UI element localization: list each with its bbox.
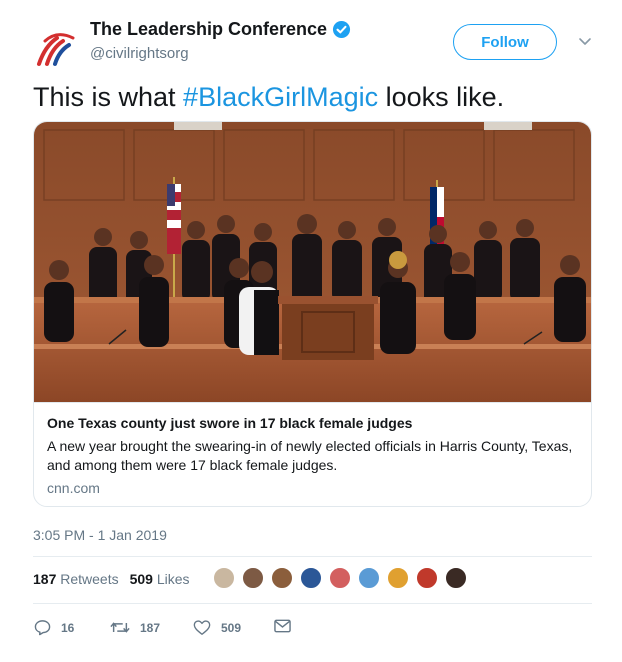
liker-avatar[interactable]: [212, 566, 236, 590]
retweets-label: Retweets: [60, 571, 119, 587]
hashtag-link[interactable]: #BlackGirlMagic: [183, 82, 378, 112]
tweet: The Leadership Conference @civilrightsor…: [0, 0, 622, 662]
reply-button[interactable]: 16: [34, 619, 74, 636]
liker-avatar[interactable]: [241, 566, 265, 590]
likes-count: 509: [129, 571, 153, 587]
liker-avatar[interactable]: [270, 566, 294, 590]
likers-avatars: [212, 566, 473, 590]
name-row: The Leadership Conference: [90, 19, 351, 40]
liker-avatar[interactable]: [328, 566, 352, 590]
tweet-timestamp[interactable]: 3:05 PM - 1 Jan 2019: [33, 527, 167, 543]
retweet-count: 187: [140, 620, 161, 635]
reply-count: 16: [61, 620, 75, 635]
card-description: A new year brought the swearing-in of ne…: [47, 438, 573, 473]
verified-badge-icon: [333, 20, 351, 39]
tweet-text: This is what #BlackGirlMagic looks like.: [33, 82, 504, 113]
like-button[interactable]: 509: [193, 619, 241, 636]
engagement-stats: 187 Retweets 509 Likes: [33, 571, 190, 587]
retweets-stat[interactable]: 187 Retweets: [33, 571, 119, 587]
card-domain: cnn.com: [47, 480, 100, 496]
tweet-text-after: looks like.: [378, 82, 505, 112]
follow-button[interactable]: Follow: [453, 24, 557, 60]
link-card[interactable]: One Texas county just swore in 17 black …: [33, 121, 592, 507]
like-count: 509: [221, 620, 242, 635]
envelope-icon: [274, 619, 291, 633]
divider: [33, 556, 592, 557]
direct-message-button[interactable]: [274, 619, 301, 633]
card-body: One Texas county just swore in 17 black …: [34, 402, 591, 506]
heart-icon: [193, 620, 211, 635]
liker-avatar[interactable]: [444, 566, 468, 590]
account-handle[interactable]: @civilrightsorg: [90, 45, 189, 62]
retweets-count: 187: [33, 571, 57, 587]
retweet-button[interactable]: 187: [110, 619, 160, 636]
card-title[interactable]: One Texas county just swore in 17 black …: [47, 415, 412, 431]
chevron-down-icon[interactable]: [578, 36, 592, 48]
likes-stat[interactable]: 509 Likes: [130, 571, 190, 587]
reply-icon: [34, 620, 51, 636]
tweet-text-before: This is what: [33, 82, 184, 112]
card-photo: [34, 122, 591, 402]
likes-label: Likes: [156, 571, 190, 587]
liker-avatar[interactable]: [299, 566, 323, 590]
liker-avatar[interactable]: [415, 566, 439, 590]
retweet-icon: [110, 622, 130, 633]
liker-avatar[interactable]: [386, 566, 410, 590]
liker-avatar[interactable]: [357, 566, 381, 590]
account-avatar-logo[interactable]: [33, 24, 79, 70]
divider: [33, 603, 592, 604]
display-name[interactable]: The Leadership Conference: [90, 19, 327, 40]
